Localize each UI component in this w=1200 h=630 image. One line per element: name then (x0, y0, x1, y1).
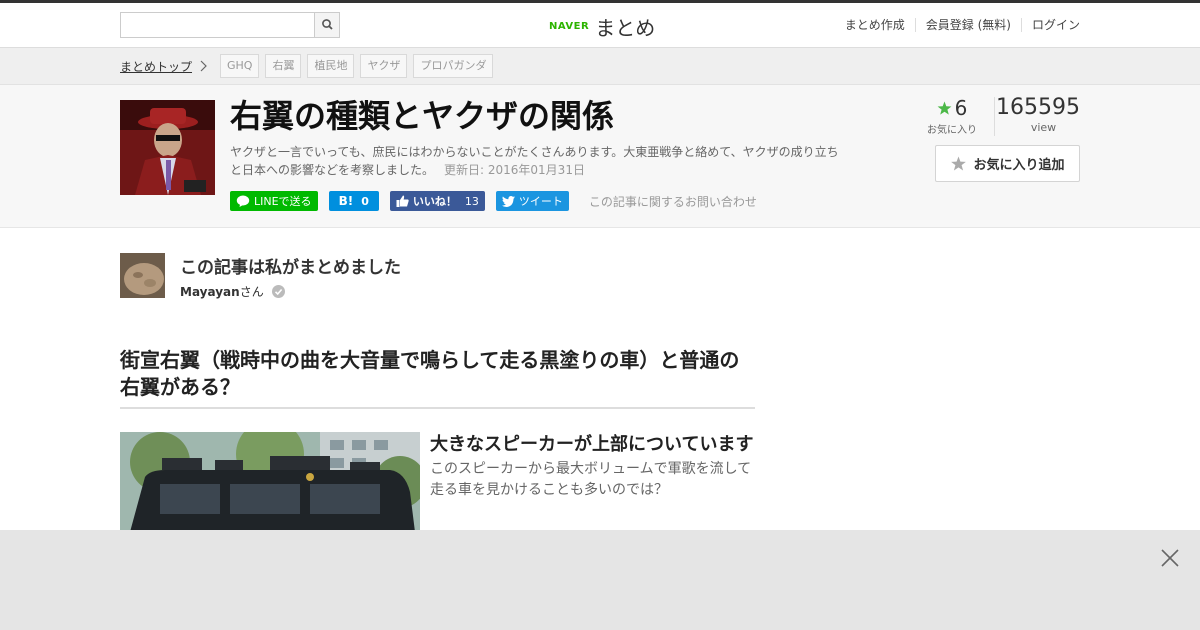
twitter-icon (501, 195, 515, 207)
article-thumbnail[interactable] (120, 100, 215, 195)
author-name-line: Mayayan さん (180, 283, 285, 300)
avatar[interactable] (120, 253, 165, 298)
logo-naver: NAVER (549, 20, 590, 32)
share-buttons: LINEで送る B! 0 いいね！ 13 ツイート この記事に関するお問い合わせ (230, 191, 757, 211)
nav-register[interactable]: 会員登録 (無料) (914, 18, 1021, 32)
add-favorite-label: お気に入り追加 (973, 158, 1065, 173)
search-icon (322, 19, 333, 30)
nav-login[interactable]: ログイン (1020, 18, 1080, 32)
contact-link[interactable]: この記事に関するお問い合わせ (589, 193, 757, 210)
top-nav: まとめ作成 会員登録 (無料) ログイン (835, 18, 1080, 32)
favorite-stat: 6 お気に入り (918, 97, 986, 136)
tweet-label: ツイート (518, 195, 563, 208)
ad-banner (0, 530, 1200, 630)
view-stat: 165595 view (994, 97, 1080, 136)
site-logo[interactable]: NAVER まとめ (549, 12, 655, 40)
item-description: このスピーカーから最大ボリュームで軍歌を流して走る車を見かけることも多いのでは？ (430, 461, 752, 498)
nav-create[interactable]: まとめ作成 (835, 18, 915, 32)
hatena-icon: B! (338, 194, 354, 208)
line-share-label: LINEで送る (254, 195, 312, 208)
article-stats: 6 お気に入り 165595 view (918, 97, 1080, 136)
avatar-image (120, 253, 165, 298)
article-header: 右翼の種類とヤクザの関係 ヤクザと一言でいっても、庶民にはわからないことがたくさ… (0, 85, 1200, 228)
tag-yakuza[interactable]: ヤクザ (360, 54, 408, 78)
article-description: ヤクザと一言でいっても、庶民にはわからないことがたくさんあります。大東亜戦争と絡… (230, 143, 850, 179)
facebook-like-icon (396, 195, 409, 207)
tweet-button[interactable]: ツイート (495, 191, 569, 211)
view-label: view (1030, 121, 1057, 134)
tag-propaganda[interactable]: プロパガンダ (413, 54, 494, 78)
item-title: 大きなスピーカーが上部についています (430, 434, 754, 455)
search-button[interactable] (314, 13, 339, 37)
page-title: 右翼の種類とヤクザの関係 (230, 97, 615, 135)
logo-matome: まとめ (595, 15, 656, 40)
speaker-truck-image (120, 432, 420, 532)
view-count: 165595 (996, 95, 1080, 120)
author-suffix: さん (239, 285, 264, 299)
facebook-like-label: いいね！ (412, 195, 457, 208)
tag-ghq[interactable]: GHQ (220, 54, 260, 78)
breadcrumb-top-link[interactable]: まとめトップ (120, 58, 192, 75)
chevron-right-icon (200, 60, 207, 72)
tag-shokuminchi[interactable]: 植民地 (307, 54, 355, 78)
favorite-label: お気に入り (927, 125, 977, 136)
hatena-count: 0 (361, 194, 369, 208)
author-heading: この記事は私がまとめました (180, 258, 401, 278)
section-heading: 街宣右翼（戦時中の曲を大音量で鳴らして走る黒塗りの車）と普通の右翼がある？ (120, 347, 755, 409)
line-share-button[interactable]: LINEで送る (230, 191, 318, 211)
item-image[interactable] (120, 432, 420, 532)
line-icon (236, 195, 250, 207)
search-box (120, 12, 340, 38)
hatena-bookmark-button[interactable]: B! 0 (328, 191, 379, 211)
star-icon (937, 101, 952, 115)
star-icon (951, 156, 967, 171)
tag-uyoku[interactable]: 右翼 (265, 54, 302, 78)
search-input[interactable] (121, 13, 315, 37)
breadcrumb: まとめトップ GHQ 右翼 植民地 ヤクザ プロパガンダ (0, 48, 1200, 85)
verified-check-icon (271, 285, 285, 298)
author-name[interactable]: Mayayan (180, 285, 240, 299)
favorite-count: 6 (954, 96, 968, 120)
close-icon[interactable] (1160, 548, 1180, 568)
add-favorite-button[interactable]: お気に入り追加 (935, 145, 1080, 182)
updated-date: 更新日: 2016年01月31日 (444, 163, 585, 177)
tag-list: GHQ 右翼 植民地 ヤクザ プロパガンダ (220, 54, 494, 78)
top-bar: NAVER まとめ まとめ作成 会員登録 (無料) ログイン (0, 0, 1200, 48)
thumbnail-image (120, 100, 215, 195)
facebook-like-count: 13 (464, 194, 479, 208)
facebook-like-button[interactable]: いいね！ 13 (389, 191, 485, 211)
